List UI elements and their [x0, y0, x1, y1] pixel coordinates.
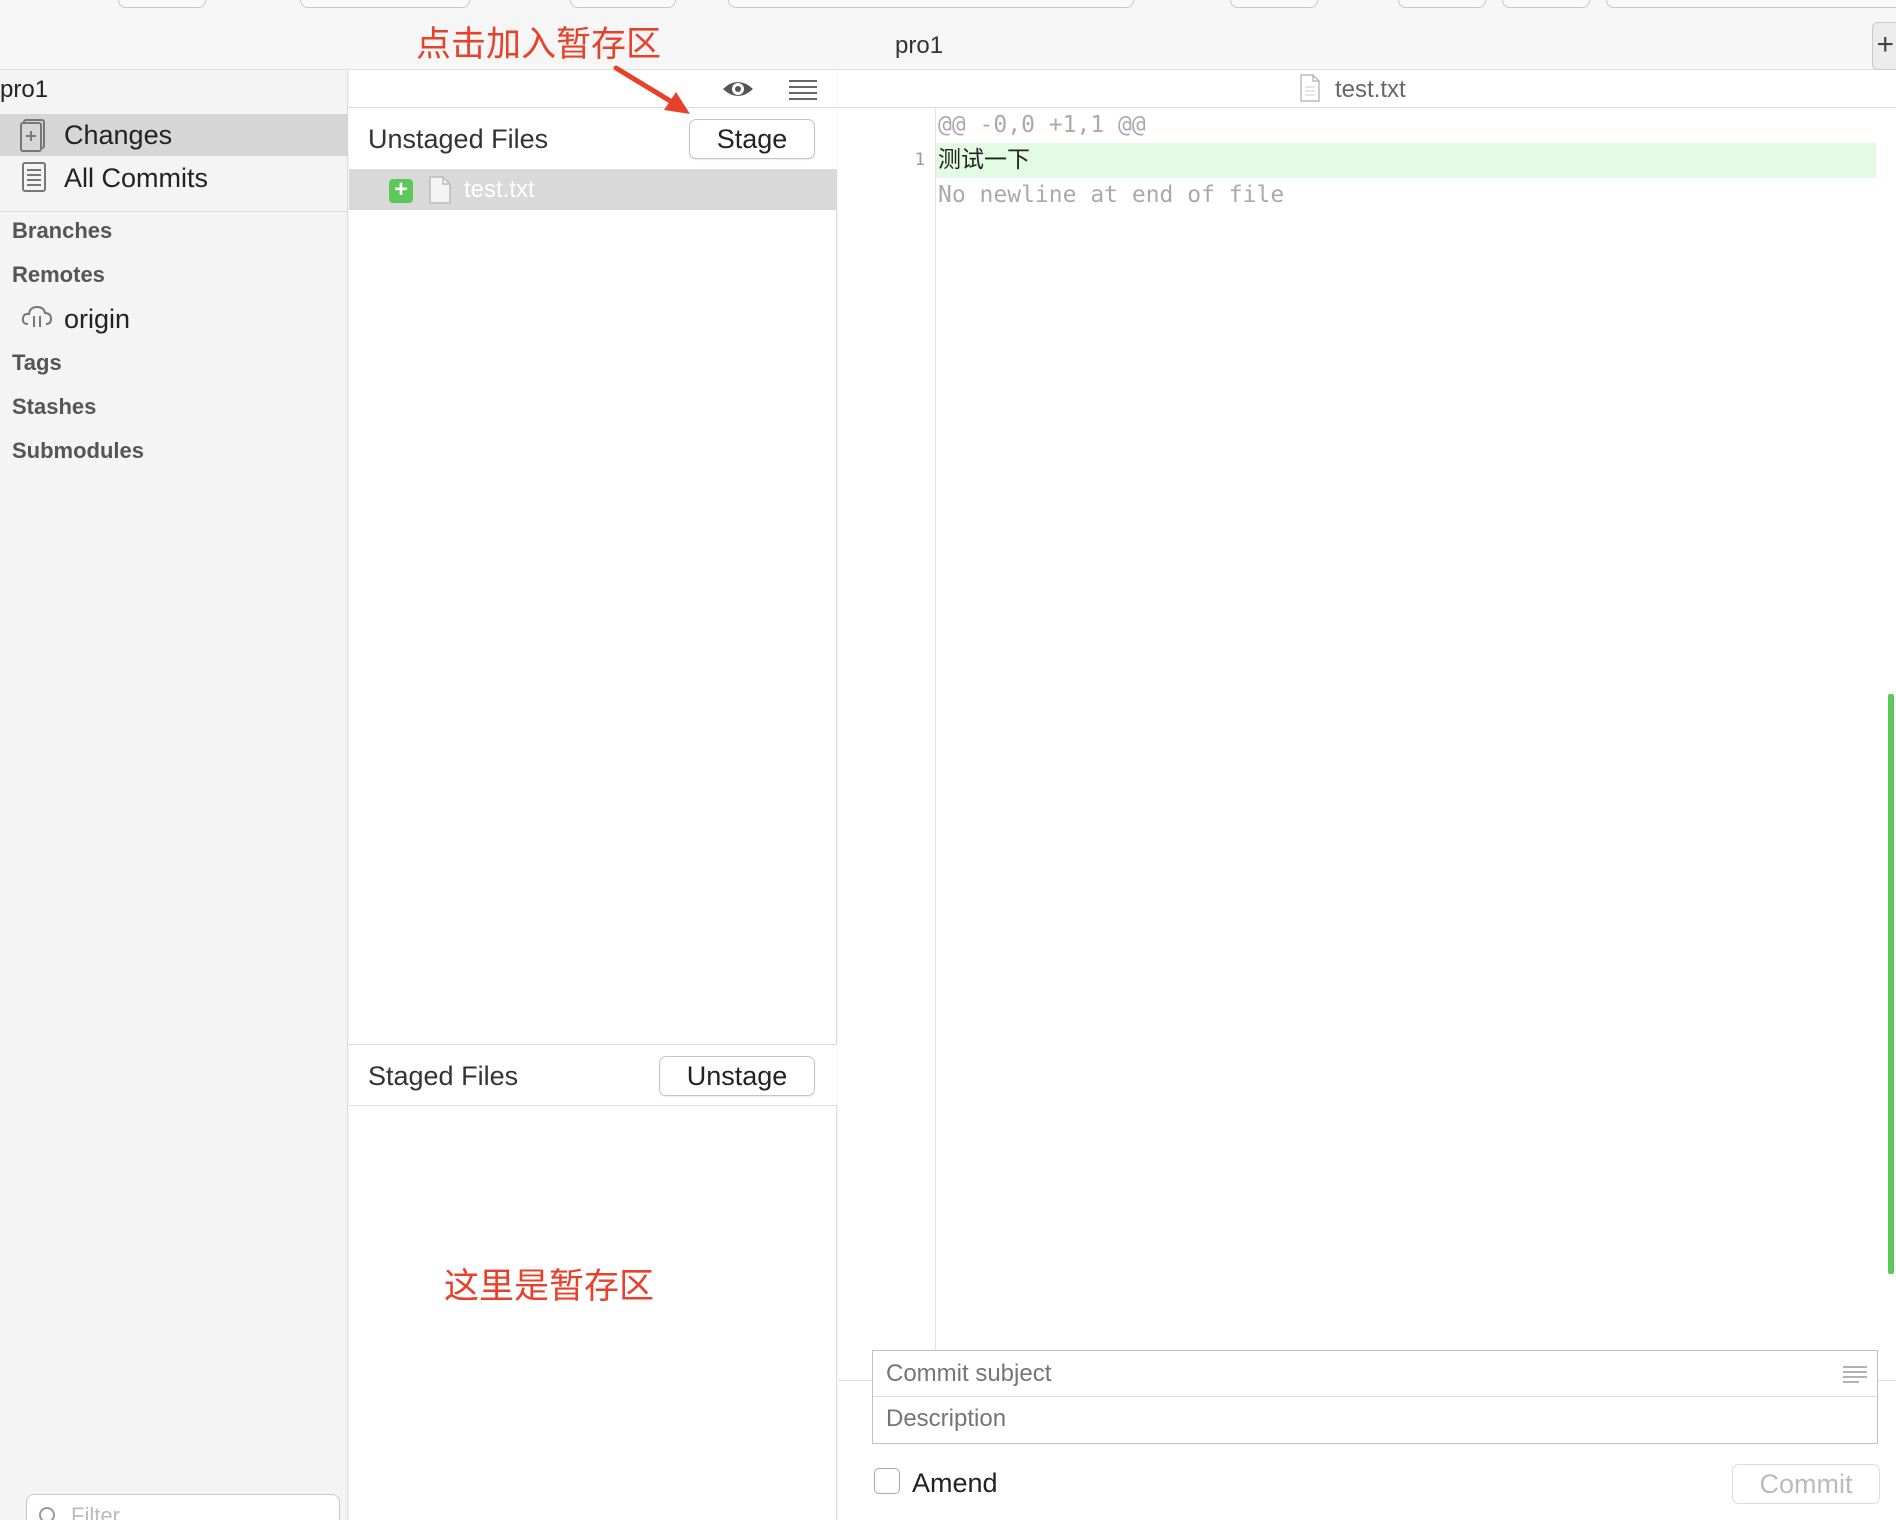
file-icon: [1300, 74, 1320, 102]
sidebar-section-submodules[interactable]: Submodules: [12, 438, 144, 464]
sidebar: pro1 Changes All Commits Branches Remote…: [0, 70, 348, 1520]
changes-toolbar: [349, 70, 837, 108]
commit-template-icon[interactable]: [1843, 1365, 1867, 1383]
unstaged-files-title: Unstaged Files: [368, 124, 549, 154]
sidebar-divider: [0, 211, 348, 212]
sidebar-section-branches[interactable]: Branches: [12, 218, 112, 244]
sidebar-item-changes[interactable]: Changes: [0, 114, 348, 156]
sidebar-section-tags[interactable]: Tags: [12, 350, 62, 376]
staged-files-header: Staged Files Unstage: [349, 1044, 837, 1106]
added-line: 测试一下: [936, 143, 1876, 178]
file-row-test-txt[interactable]: + test.txt: [349, 170, 837, 210]
top-toolbar: pro1 +: [0, 0, 1896, 70]
window-title: pro1: [895, 32, 944, 59]
file-name: test.txt: [464, 176, 535, 203]
line-number-gutter: 1: [838, 108, 936, 1380]
unstage-button[interactable]: Unstage: [659, 1056, 815, 1096]
eye-icon[interactable]: [721, 74, 755, 104]
toolbar-search-field[interactable]: [728, 0, 1134, 8]
toolbar-button[interactable]: [1606, 0, 1896, 8]
staged-files-title: Staged Files: [368, 1061, 519, 1091]
diff-code-area: @@ -0,0 +1,1 @@ 测试一下 No newline at end o…: [936, 108, 1876, 1380]
commit-button[interactable]: Commit: [1732, 1464, 1880, 1504]
cloud-icon: [20, 302, 53, 336]
toolbar-button[interactable]: [1398, 0, 1486, 8]
toolbar-button[interactable]: [118, 0, 206, 8]
sidebar-item-origin[interactable]: origin: [0, 298, 348, 340]
hunk-header: @@ -0,0 +1,1 @@: [938, 112, 1146, 138]
unstaged-files-header: Unstaged Files Stage: [349, 108, 837, 170]
sidebar-section-stashes[interactable]: Stashes: [12, 394, 96, 420]
repo-name: pro1: [0, 76, 49, 103]
no-newline-note: No newline at end of file: [938, 182, 1285, 208]
list-view-icon[interactable]: [789, 78, 817, 100]
toolbar-button[interactable]: [1502, 0, 1590, 8]
diff-scroll-marker: [1888, 694, 1894, 1274]
staged-area-annotation: 这里是暂存区: [444, 1267, 655, 1307]
commit-subject-input[interactable]: [873, 1351, 1877, 1397]
diff-pane: test.txt 1 @@ -0,0 +1,1 @@ 测试一下 No newli…: [838, 70, 1896, 1520]
sidebar-item-all-commits[interactable]: All Commits: [0, 157, 348, 199]
staged-files-list: [349, 1107, 837, 1520]
diff-header: test.txt: [838, 70, 1896, 108]
diff-file-title: test.txt: [1335, 76, 1406, 103]
stage-hint-annotation: 点击加入暂存区: [416, 25, 662, 65]
toolbar-button[interactable]: [1230, 0, 1318, 8]
sidebar-section-remotes[interactable]: Remotes: [12, 262, 105, 288]
app-window: pro1 + pro1 Changes All Commits Branches…: [0, 0, 1896, 1520]
added-status-icon: +: [389, 178, 413, 203]
commits-icon: [20, 161, 50, 195]
amend-checkbox[interactable]: [874, 1468, 900, 1494]
sidebar-item-label: origin: [64, 303, 131, 334]
file-icon: [429, 176, 451, 204]
line-number: 1: [914, 150, 925, 170]
search-icon: [39, 1507, 55, 1520]
add-button[interactable]: +: [1872, 22, 1896, 70]
amend-label: Amend: [912, 1468, 998, 1498]
commit-message-box: [872, 1350, 1878, 1444]
toolbar-button-group[interactable]: [570, 0, 676, 8]
filter-input[interactable]: Filter: [26, 1494, 340, 1520]
changes-icon: [20, 118, 50, 152]
sidebar-item-label: All Commits: [64, 162, 209, 193]
commit-description-input[interactable]: [873, 1397, 1877, 1443]
toolbar-button-group[interactable]: [300, 0, 470, 8]
filter-placeholder: Filter: [71, 1503, 120, 1520]
sidebar-item-label: Changes: [64, 119, 173, 150]
stage-button[interactable]: Stage: [689, 119, 815, 159]
